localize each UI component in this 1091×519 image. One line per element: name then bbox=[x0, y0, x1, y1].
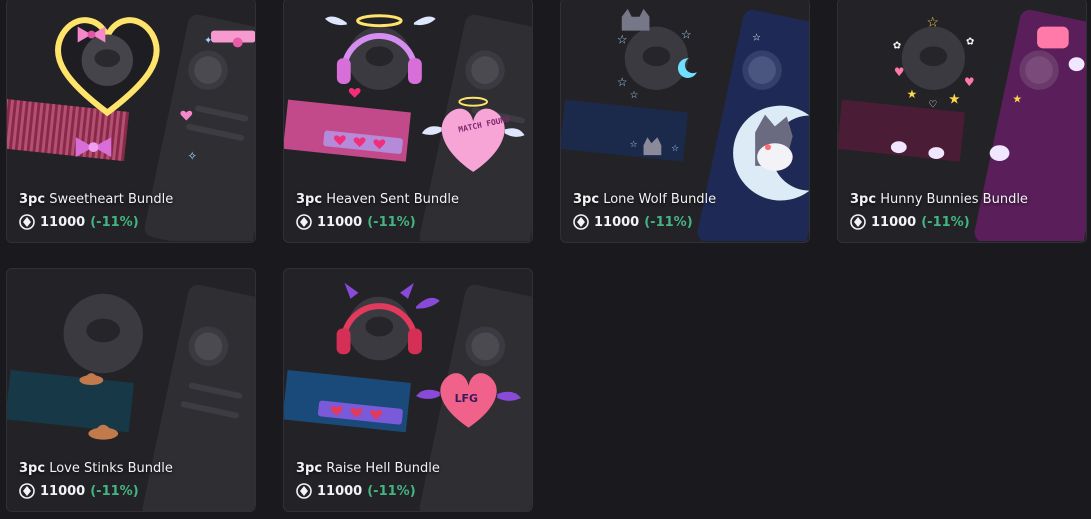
bundle-price: 11000 bbox=[40, 214, 86, 230]
orb-currency-icon bbox=[19, 483, 35, 499]
svg-text:★: ★ bbox=[1012, 93, 1022, 106]
bundle-card-hunny-bunnies[interactable]: ☆ ♥ ♥ ★ ★ ♡ ✿ ✿ ★ 3pc Hunny Bunnies Bund… bbox=[837, 0, 1087, 243]
svg-text:☆: ☆ bbox=[752, 32, 761, 43]
bundle-title: 3pc Love Stinks Bundle bbox=[19, 461, 173, 476]
svg-text:☆: ☆ bbox=[630, 90, 639, 101]
orb-currency-icon bbox=[19, 214, 35, 230]
lfg-art-text: LFG bbox=[455, 392, 478, 405]
bundle-price: 11000 bbox=[317, 214, 363, 230]
bundle-discount: (-11%) bbox=[367, 214, 416, 230]
bundle-price: 11000 bbox=[40, 483, 86, 499]
svg-text:✧: ✧ bbox=[187, 149, 197, 163]
bundle-card-love-stinks[interactable]: 3pc Love Stinks Bundle 11000 (-11%) bbox=[6, 268, 256, 512]
bundle-discount: (-11%) bbox=[367, 483, 416, 499]
svg-text:☆: ☆ bbox=[926, 15, 938, 31]
bundle-title: 3pc Sweetheart Bundle bbox=[19, 192, 174, 207]
bundle-price: 11000 bbox=[317, 483, 363, 499]
svg-text:✿: ✿ bbox=[893, 40, 901, 51]
bundle-title: 3pc Heaven Sent Bundle bbox=[296, 192, 459, 207]
bundle-title: 3pc Raise Hell Bundle bbox=[296, 461, 440, 476]
bundle-card-lone-wolf[interactable]: ☆ ☆ ☆ ☆ ☆ ☆ ☆ 3pc Lone Wolf Bundle 11000… bbox=[560, 0, 810, 243]
bundle-discount: (-11%) bbox=[921, 214, 970, 230]
bundle-card-sweetheart[interactable]: ✧ ✦ 3pc Sweetheart Bundle 11000 (-11%) bbox=[6, 0, 256, 243]
bundle-card-raise-hell[interactable]: LFG 3pc Raise Hell Bundle 11000 (-11%) bbox=[283, 268, 533, 512]
svg-text:✦: ✦ bbox=[204, 35, 212, 46]
bundle-title: 3pc Lone Wolf Bundle bbox=[573, 192, 717, 207]
svg-text:☆: ☆ bbox=[617, 75, 628, 89]
svg-text:★: ★ bbox=[907, 87, 918, 101]
bundle-price: 11000 bbox=[594, 214, 640, 230]
orb-currency-icon bbox=[850, 214, 866, 230]
svg-text:✿: ✿ bbox=[966, 36, 974, 47]
bundle-title: 3pc Hunny Bunnies Bundle bbox=[850, 192, 1028, 207]
bundle-price: 11000 bbox=[871, 214, 917, 230]
svg-text:☆: ☆ bbox=[617, 32, 628, 46]
orb-currency-icon bbox=[296, 214, 312, 230]
svg-text:♥: ♥ bbox=[894, 65, 905, 79]
orb-currency-icon bbox=[573, 214, 589, 230]
svg-text:♡: ♡ bbox=[928, 100, 937, 111]
orb-currency-icon bbox=[296, 483, 312, 499]
svg-text:★: ★ bbox=[948, 92, 960, 108]
svg-text:♥: ♥ bbox=[964, 75, 975, 89]
bundle-discount: (-11%) bbox=[644, 214, 693, 230]
bundle-card-heaven-sent[interactable]: MATCH FOUND 3pc Heaven Sent Bundle 11000… bbox=[283, 0, 533, 243]
svg-text:☆: ☆ bbox=[681, 28, 692, 42]
bundle-discount: (-11%) bbox=[90, 483, 139, 499]
bundle-discount: (-11%) bbox=[90, 214, 139, 230]
svg-text:☆: ☆ bbox=[671, 144, 679, 154]
svg-text:☆: ☆ bbox=[630, 140, 638, 150]
